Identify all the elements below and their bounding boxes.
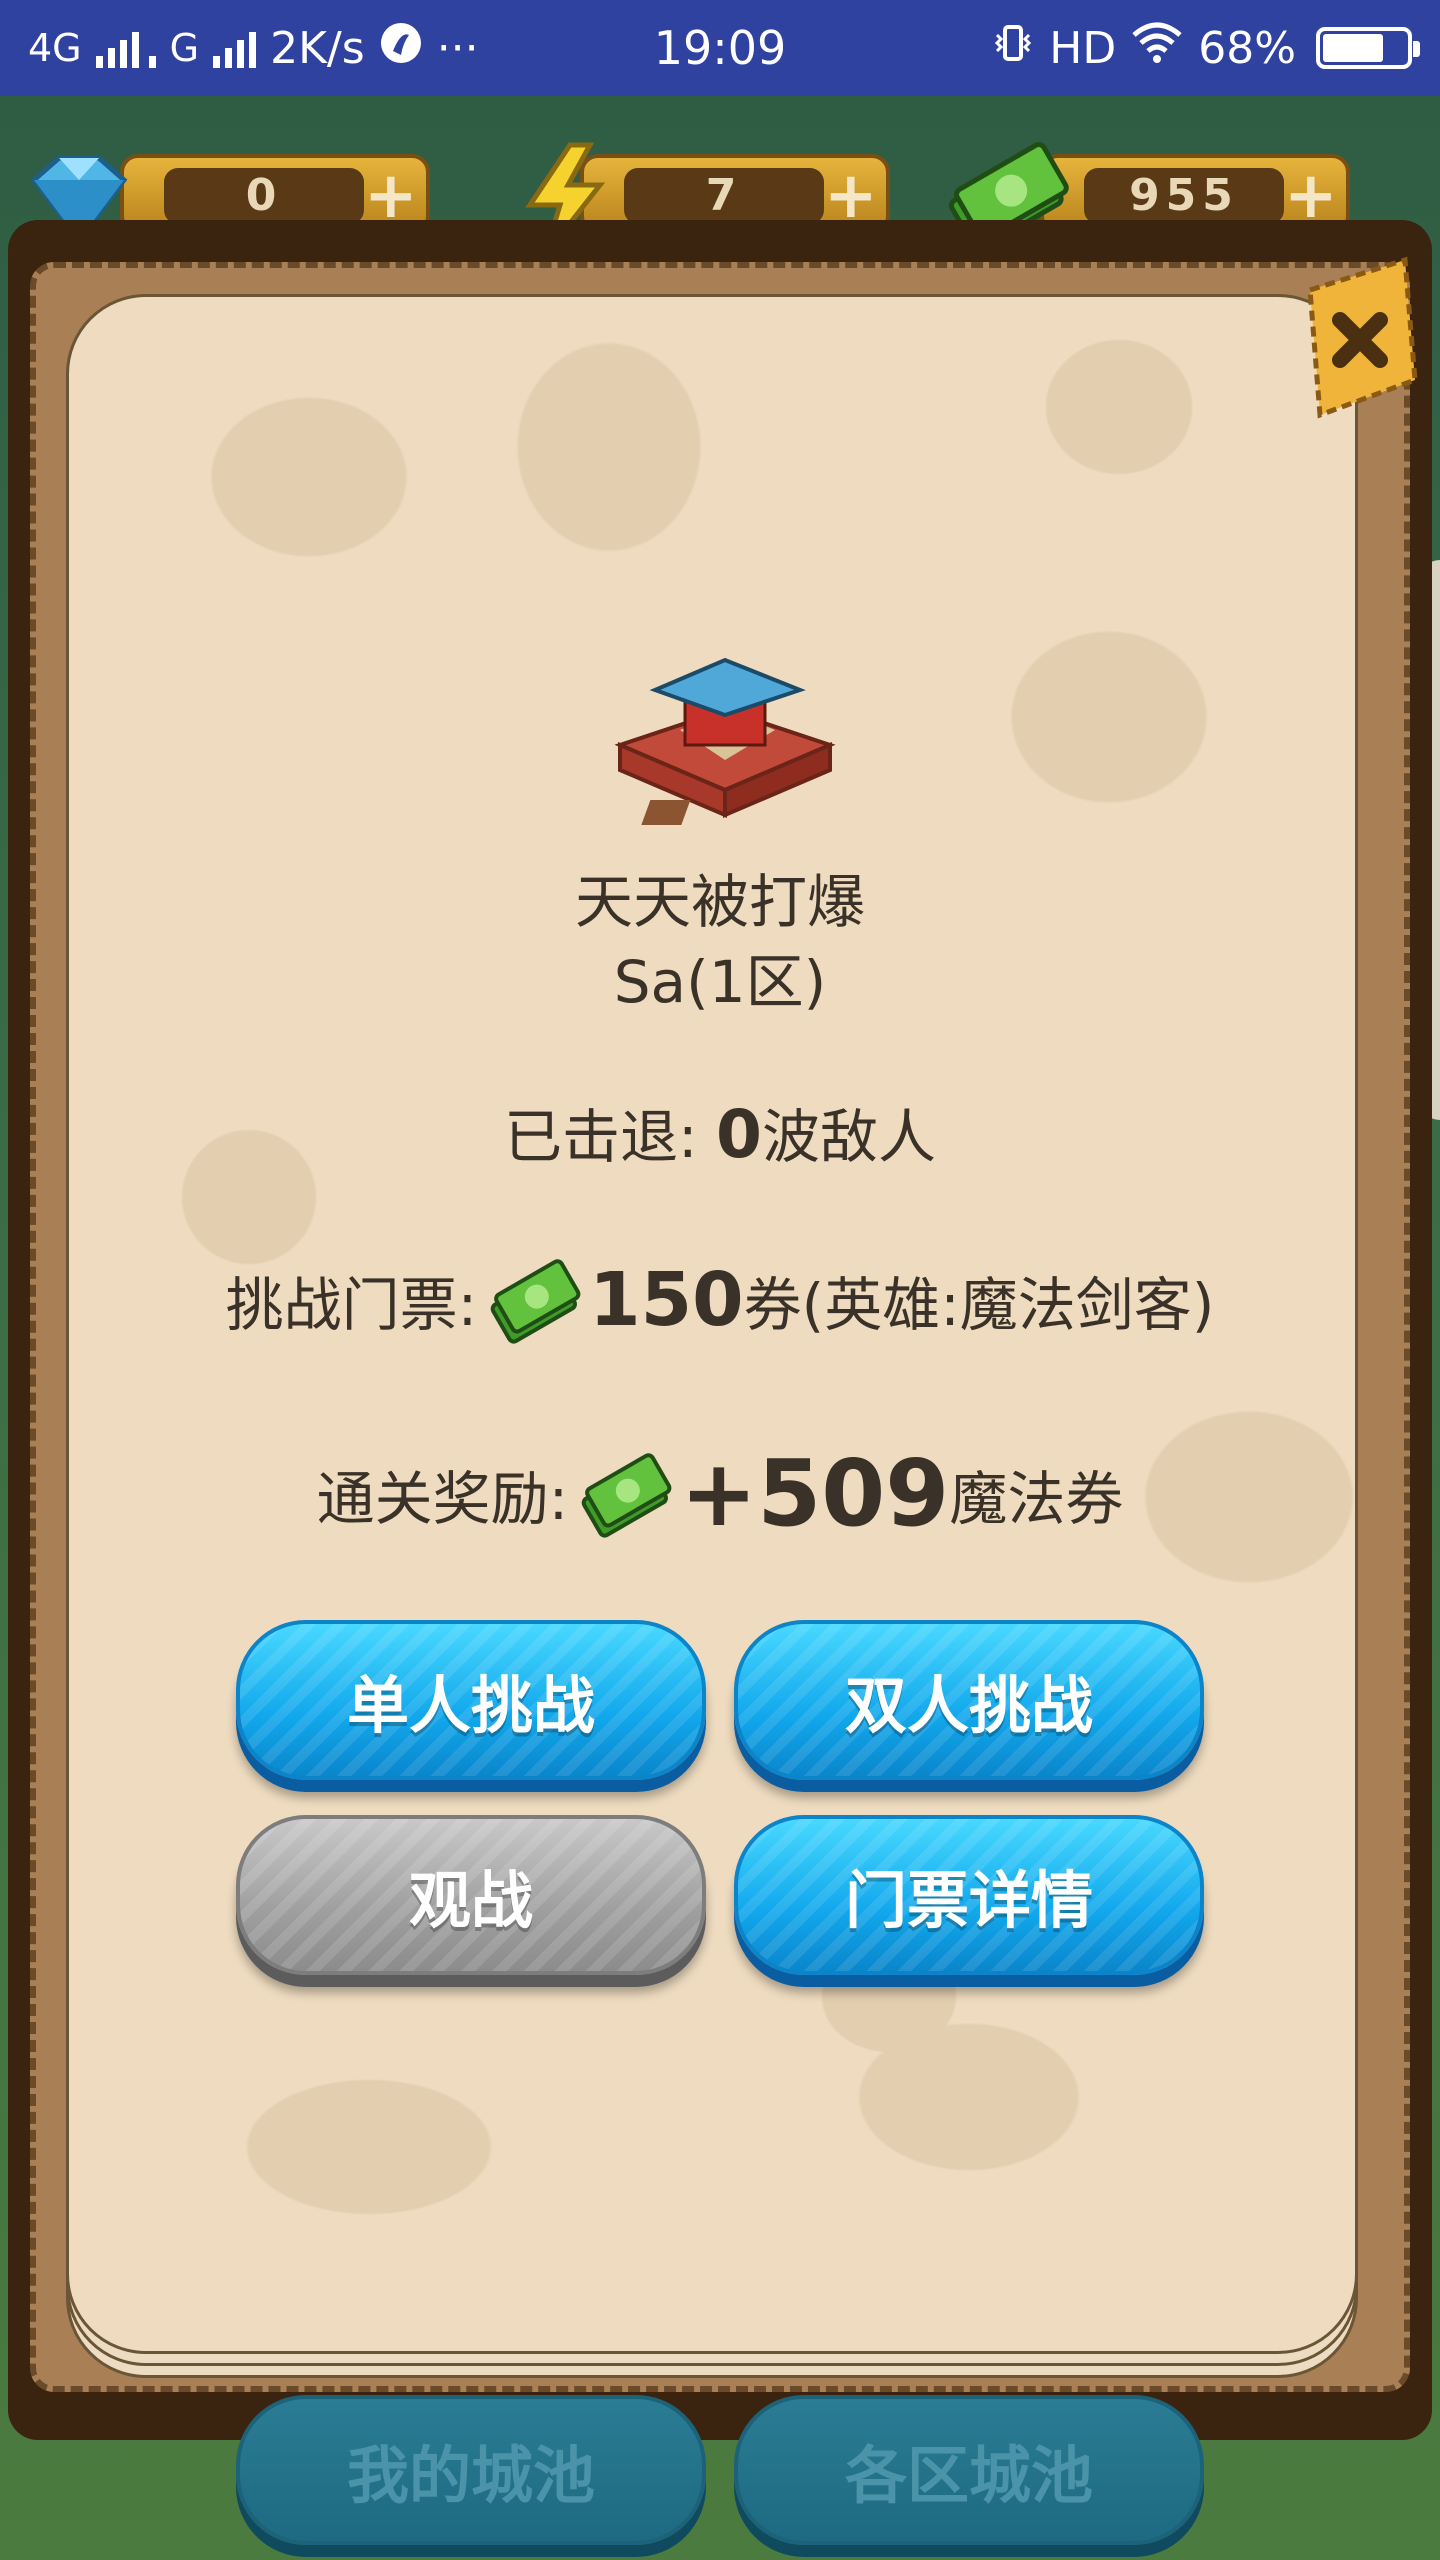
- ticket-cost-row: 挑战门票: 150 券(英雄:魔法剑客): [0, 1250, 1440, 1350]
- app-notification-icon: [379, 21, 423, 76]
- wifi-icon: [1130, 21, 1184, 76]
- castle-icon: [614, 657, 836, 825]
- add-diamond-button[interactable]: +: [364, 164, 418, 228]
- ticket-label: 挑战门票:: [225, 1271, 478, 1339]
- repelled-count: 0: [716, 1096, 762, 1173]
- close-button[interactable]: [1290, 250, 1420, 420]
- battery-percent: 68%: [1198, 22, 1296, 74]
- signal-icon: [95, 28, 139, 68]
- watch-battle-button[interactable]: 观战: [236, 1815, 706, 1975]
- cash-icon: [490, 1259, 581, 1344]
- add-cash-button[interactable]: +: [1284, 164, 1338, 228]
- network-type-4g: 4G: [28, 26, 82, 70]
- my-city-tab[interactable]: 我的城池: [236, 2395, 706, 2545]
- cash-value: 955: [1084, 168, 1284, 224]
- vibrate-icon: [991, 21, 1035, 76]
- ticket-suffix: 券(英雄:魔法剑客): [743, 1271, 1215, 1339]
- diamond-value: 0: [164, 168, 364, 224]
- reward-label: 通关奖励:: [316, 1464, 569, 1533]
- clear-reward-row: 通关奖励: +509 魔法券: [0, 1440, 1440, 1547]
- network-type-g: G: [169, 26, 200, 70]
- castle-zone: Sa(1区): [613, 948, 827, 1016]
- more-icon: ···: [436, 22, 479, 74]
- hd-indicator: HD: [1049, 22, 1117, 74]
- repelled-waves: 已击退: 0波敌人: [0, 1090, 1440, 1174]
- reward-suffix: 魔法券: [949, 1464, 1124, 1533]
- status-right: HD 68%: [991, 21, 1420, 76]
- ticket-amount: 150: [589, 1257, 744, 1343]
- solo-challenge-button[interactable]: 单人挑战: [236, 1620, 706, 1780]
- repelled-suffix: 波敌人: [761, 1103, 936, 1171]
- signal-icon-2-bars: [148, 28, 156, 68]
- energy-value: 7: [624, 168, 824, 224]
- network-speed: 2K/s: [270, 22, 365, 74]
- status-bar: 4G G 2K/s ··· 19:09 HD 68%: [0, 0, 1440, 96]
- clock: 19:09: [653, 21, 787, 75]
- signal-icon-2: [213, 28, 257, 68]
- battery-icon: [1316, 27, 1420, 69]
- castle-name: 天天被打爆: [574, 868, 865, 936]
- zone-cities-tab[interactable]: 各区城池: [734, 2395, 1204, 2545]
- duo-challenge-button[interactable]: 双人挑战: [734, 1620, 1204, 1780]
- reward-amount: +509: [680, 1440, 950, 1547]
- ticket-details-button[interactable]: 门票详情: [734, 1815, 1204, 1975]
- cash-icon: [581, 1452, 672, 1538]
- add-energy-button[interactable]: +: [824, 164, 878, 228]
- repelled-label: 已击退:: [504, 1103, 717, 1171]
- status-left: 4G G 2K/s ···: [28, 21, 479, 76]
